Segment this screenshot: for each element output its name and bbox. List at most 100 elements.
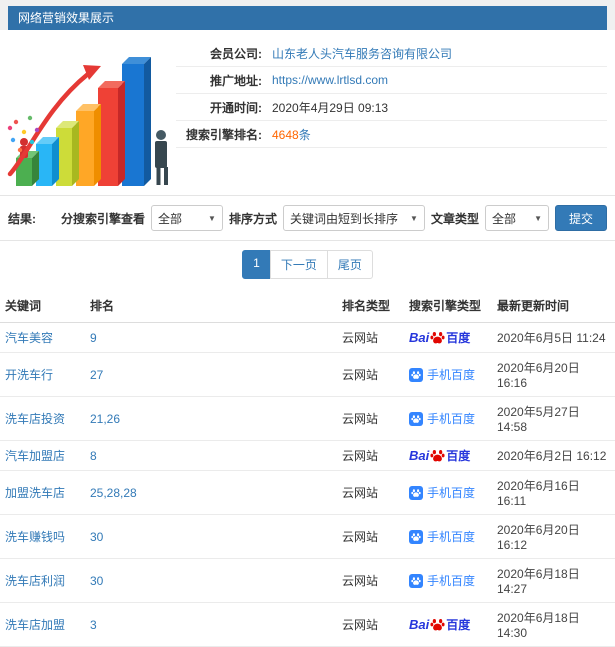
article-type-select[interactable]: 全部 ▼	[484, 205, 549, 231]
mobile-baidu-label: 手机百度	[427, 530, 476, 544]
filter-bar: 结果: 分搜索引擎查看 全部 ▼ 排序方式 关键词由短到长排序 ▼ 文章类型 全…	[0, 195, 615, 241]
open-time-value: 2020年4月29日 09:13	[272, 100, 389, 115]
mobile-baidu-logo: 手机百度	[409, 410, 475, 427]
table-body: 汽车美容 9 云网站 Bai 百度 2020年6月5日 11:24 开洗车行 2…	[0, 322, 615, 647]
article-type-label: 文章类型	[430, 211, 479, 226]
page-header: 网络营销效果展示	[8, 6, 607, 30]
mobile-baidu-icon	[409, 485, 423, 500]
sort-select[interactable]: 关键词由短到长排序 ▼	[282, 205, 425, 231]
col-header-keyword: 关键词	[0, 289, 85, 323]
chevron-down-icon: ▼	[410, 213, 418, 223]
mobile-baidu-logo: 手机百度	[409, 572, 475, 589]
col-header-rank: 排名	[85, 289, 337, 323]
filter-controls: 分搜索引擎查看 全部 ▼ 排序方式 关键词由短到长排序 ▼ 文章类型 全部 ▼ …	[61, 205, 607, 231]
mobile-baidu-icon	[409, 367, 423, 382]
baidu-paw-icon	[430, 618, 445, 631]
promo-url-link[interactable]: https://www.lrtlsd.com	[272, 73, 388, 87]
keyword-link[interactable]: 洗车赚钱吗	[5, 530, 65, 544]
keyword-link[interactable]: 加盟洗车店	[5, 486, 65, 500]
info-row-company: 会员公司: 山东老人头汽车服务咨询有限公司	[176, 40, 607, 67]
baidu-logo: Bai 百度	[409, 329, 470, 346]
rank-value: 25,28,28	[90, 485, 137, 500]
keyword-link[interactable]: 洗车店投资	[5, 412, 65, 426]
sort-label: 排序方式	[228, 211, 277, 226]
mobile-baidu-label: 手机百度	[427, 368, 476, 382]
mobile-baidu-label: 手机百度	[427, 486, 476, 500]
col-header-rank-type: 排名类型	[337, 289, 404, 323]
info-row-open-time: 开通时间: 2020年4月29日 09:13	[176, 94, 607, 121]
update-time: 2020年6月18日 14:30	[497, 611, 580, 640]
update-time: 2020年6月18日 14:27	[497, 567, 580, 596]
next-page-button[interactable]: 下一页	[269, 250, 328, 279]
rank-type: 云网站	[342, 368, 379, 382]
col-header-update-time: 最新更新时间	[492, 289, 615, 323]
baidu-logo-text: Bai	[409, 448, 430, 463]
engine-filter-select[interactable]: 全部 ▼	[150, 205, 223, 231]
table-row: 洗车店利润 30 云网站 手机百度 2020年6月18日 14:27	[0, 558, 615, 603]
update-time: 2020年6月20日 16:16	[497, 361, 580, 390]
open-time-label: 开通时间:	[210, 100, 262, 115]
rank-type: 云网站	[342, 618, 379, 632]
rank-value: 3	[90, 617, 97, 632]
result-section-label: 结果:	[8, 211, 36, 226]
mobile-baidu-logo: 手机百度	[409, 528, 475, 545]
keyword-link[interactable]: 汽车加盟店	[5, 449, 65, 463]
engine-filter-value: 全部	[157, 211, 182, 226]
bar-chart-graphic	[7, 57, 168, 186]
submit-button[interactable]: 提交	[554, 205, 607, 231]
mobile-baidu-logo: 手机百度	[409, 484, 475, 501]
baidu-logo-cn: 百度	[446, 449, 471, 463]
baidu-logo-cn: 百度	[446, 618, 471, 632]
rank-value: 27	[90, 367, 104, 382]
update-time: 2020年6月5日 11:24	[497, 331, 606, 345]
baidu-logo: Bai 百度	[409, 447, 470, 464]
table-row: 开洗车行 27 云网站 手机百度 2020年6月20日 16:16	[0, 352, 615, 397]
keyword-link[interactable]: 汽车美容	[5, 331, 53, 345]
page-header-strip: 网络营销效果展示	[0, 0, 615, 30]
chevron-down-icon: ▼	[208, 213, 216, 223]
table-row: 洗车赚钱吗 30 云网站 手机百度 2020年6月20日 16:12	[0, 514, 615, 559]
table-row: 洗车店投资 21,26 云网站 手机百度 2020年5月27日 14:58	[0, 396, 615, 441]
info-row-rank-count: 搜索引擎排名: 4648条	[176, 121, 607, 148]
keyword-link[interactable]: 洗车店加盟	[5, 618, 65, 632]
keyword-link[interactable]: 洗车店利润	[5, 574, 65, 588]
rank-value: 9	[90, 330, 97, 345]
mobile-baidu-icon	[409, 573, 423, 588]
mobile-baidu-icon	[409, 529, 423, 544]
keyword-link[interactable]: 开洗车行	[5, 368, 53, 382]
rank-count-value: 4648	[272, 127, 299, 142]
chevron-down-icon: ▼	[534, 213, 542, 223]
mobile-baidu-label: 手机百度	[427, 574, 476, 588]
update-time: 2020年6月16日 16:11	[497, 479, 580, 508]
page-1-button[interactable]: 1	[242, 250, 271, 279]
table-row: 汽车加盟店 8 云网站 Bai 百度 2020年6月2日 16:12	[0, 440, 615, 471]
table-row: 洗车店加盟 3 云网站 Bai 百度 2020年6月18日 14:30	[0, 602, 615, 647]
mobile-baidu-label: 手机百度	[427, 412, 476, 426]
rank-type: 云网站	[342, 331, 379, 345]
info-panel: 会员公司: 山东老人头汽车服务咨询有限公司 推广地址: https://www.…	[0, 30, 615, 195]
update-time: 2020年6月20日 16:12	[497, 523, 580, 552]
mobile-baidu-icon	[409, 411, 423, 426]
page-title: 网络营销效果展示	[18, 11, 115, 25]
promo-url-label: 推广地址:	[210, 73, 262, 88]
rank-value: 8	[90, 448, 97, 463]
baidu-paw-icon	[430, 449, 445, 462]
update-time: 2020年5月27日 14:58	[497, 405, 580, 434]
update-time: 2020年6月2日 16:12	[497, 449, 607, 463]
table-row: 加盟洗车店 25,28,28 云网站 手机百度 2020年6月16日 16:11	[0, 470, 615, 515]
rank-type: 云网站	[342, 486, 379, 500]
pagination: 1 下一页 尾页	[0, 241, 615, 289]
info-row-url: 推广地址: https://www.lrtlsd.com	[176, 67, 607, 94]
rank-type: 云网站	[342, 412, 379, 426]
rank-type: 云网站	[342, 574, 379, 588]
article-type-value: 全部	[491, 211, 516, 226]
rank-type: 云网站	[342, 530, 379, 544]
baidu-logo-text: Bai	[409, 330, 430, 345]
rank-value: 30	[90, 573, 104, 588]
company-link[interactable]: 山东老人头汽车服务咨询有限公司	[272, 45, 452, 62]
last-page-button[interactable]: 尾页	[326, 250, 373, 279]
baidu-logo-text: Bai	[409, 617, 430, 632]
rank-count-unit: 条	[298, 127, 311, 142]
col-header-engine-type: 搜索引擎类型	[404, 289, 492, 323]
rank-count-label: 搜索引擎排名:	[186, 127, 262, 142]
